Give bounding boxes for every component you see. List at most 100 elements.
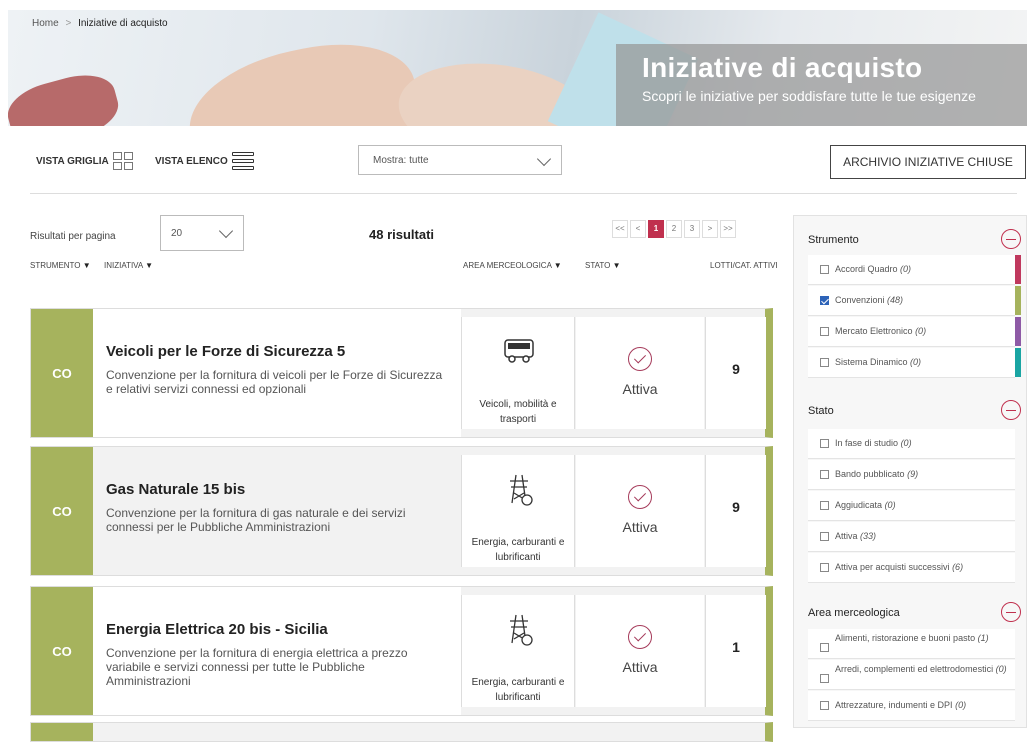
option-count: (48) xyxy=(887,295,904,305)
strumento-code: CO xyxy=(31,587,93,715)
page-title: Iniziative di acquisto xyxy=(642,52,923,83)
option-label: Sistema Dinamico xyxy=(835,357,908,367)
initiative-title[interactable]: Energia Elettrica 20 bis - Sicilia xyxy=(106,621,449,638)
breadcrumb-separator: > xyxy=(65,18,72,29)
table-row[interactable]: CO Veicoli per le Forze di Sicurezza 5 C… xyxy=(30,308,773,438)
filter-option[interactable]: Attiva (33) xyxy=(808,522,1015,552)
initiative-title[interactable]: Veicoli per le Forze di Sicurezza 5 xyxy=(106,343,449,360)
filter-option[interactable]: Mercato Elettronico (0) xyxy=(808,317,1021,347)
option-count: (1) xyxy=(977,633,989,643)
color-bar xyxy=(1015,317,1021,346)
area-label: Energia, carburanti e lubrificanti xyxy=(471,537,565,563)
page-first[interactable]: << xyxy=(612,220,628,238)
filter-section-strumento: Strumento xyxy=(808,234,859,246)
sort-iniziativa[interactable]: INIZIATIVA ▼ xyxy=(104,261,153,270)
strumento-code xyxy=(31,723,93,741)
filter-option[interactable]: Attiva per acquisti successivi (6) xyxy=(808,553,1015,583)
checkbox[interactable] xyxy=(820,439,829,448)
results-per-page-label: Risultati per pagina xyxy=(30,231,116,242)
option-label: Mercato Elettronico xyxy=(835,326,913,336)
power-tower-icon xyxy=(510,614,533,646)
filter-section-area: Area merceologica xyxy=(808,607,900,619)
row-body: Energia Elettrica 20 bis - Sicilia Conve… xyxy=(93,587,461,715)
breadcrumb-current: Iniziative di acquisto xyxy=(78,18,168,29)
option-label: Attrezzature, indumenti e DPI xyxy=(835,700,953,710)
filter-option[interactable]: Accordi Quadro (0) xyxy=(808,255,1021,285)
checkbox[interactable] xyxy=(820,701,829,710)
state-label: Attiva xyxy=(622,381,658,397)
table-row[interactable]: CO Gas Naturale 15 bis Convenzione per l… xyxy=(30,446,773,576)
page-next[interactable]: > xyxy=(702,220,718,238)
checkbox[interactable] xyxy=(820,358,829,367)
checkbox[interactable] xyxy=(820,501,829,510)
grid-view-label: VISTA GRIGLIA xyxy=(36,155,109,167)
checkbox[interactable] xyxy=(820,470,829,479)
option-count: (0) xyxy=(900,264,912,274)
table-row[interactable] xyxy=(30,722,773,742)
collapse-minus-icon[interactable] xyxy=(1001,229,1021,249)
collapse-minus-icon[interactable] xyxy=(1001,400,1021,420)
table-row[interactable]: CO Energia Elettrica 20 bis - Sicilia Co… xyxy=(30,586,773,716)
initiative-description: Convenzione per la fornitura di veicoli … xyxy=(106,368,443,396)
checkbox[interactable] xyxy=(820,327,829,336)
grid-view-button[interactable]: VISTA GRIGLIA xyxy=(36,152,133,170)
show-filter-value: Mostra: tutte xyxy=(373,155,429,166)
checkbox[interactable] xyxy=(820,265,829,274)
lots-count: 9 xyxy=(705,455,766,567)
color-bar xyxy=(1015,286,1021,315)
option-count: (0) xyxy=(900,438,912,448)
list-view-label: VISTA ELENCO xyxy=(155,155,228,167)
page-3[interactable]: 3 xyxy=(684,220,700,238)
filter-option[interactable]: Alimenti, ristorazione e buoni pasto (1) xyxy=(808,629,1015,659)
area-cell: Energia, carburanti e lubrificanti xyxy=(461,595,575,707)
state-label: Attiva xyxy=(622,519,658,535)
filter-option[interactable]: Bando pubblicato (9) xyxy=(808,460,1015,490)
pagination: << < 1 2 3 > >> xyxy=(612,220,736,238)
checkbox[interactable] xyxy=(820,674,829,683)
sort-strumento[interactable]: STRUMENTO ▼ xyxy=(30,261,91,270)
checkbox-checked[interactable] xyxy=(820,296,829,305)
results-per-page-select[interactable]: 20 xyxy=(160,215,244,251)
option-count: (6) xyxy=(952,562,964,572)
breadcrumb: Home > Iniziative di acquisto xyxy=(32,18,168,29)
hero-title-box: Iniziative di acquisto Scopri le iniziat… xyxy=(616,44,1027,126)
collapse-minus-icon[interactable] xyxy=(1001,602,1021,622)
page-1[interactable]: 1 xyxy=(648,220,664,238)
page-prev[interactable]: < xyxy=(630,220,646,238)
option-count: (0) xyxy=(910,357,922,367)
option-label: Aggiudicata xyxy=(835,500,883,510)
checkbox[interactable] xyxy=(820,532,829,541)
filter-option[interactable]: Arredi, complementi ed elettrodomestici … xyxy=(808,660,1015,690)
breadcrumb-home[interactable]: Home xyxy=(32,18,59,29)
list-view-button[interactable]: VISTA ELENCO xyxy=(155,152,254,170)
show-filter-select[interactable]: Mostra: tutte xyxy=(358,145,562,175)
header-iniziativa: INIZIATIVA xyxy=(104,261,143,270)
row-body: Gas Naturale 15 bis Convenzione per la f… xyxy=(93,447,461,575)
lots-count: 1 xyxy=(705,595,766,707)
checkbox[interactable] xyxy=(820,643,829,652)
option-count: (0) xyxy=(955,700,967,710)
results-per-page-value: 20 xyxy=(171,228,183,239)
archive-closed-button[interactable]: ARCHIVIO INIZIATIVE CHIUSE xyxy=(830,145,1026,179)
filter-option[interactable]: Aggiudicata (0) xyxy=(808,491,1015,521)
checkbox[interactable] xyxy=(820,563,829,572)
results-count: 48 risultati xyxy=(369,227,435,242)
check-circle-icon xyxy=(628,347,652,371)
header-area: AREA MERCEOLOGICA xyxy=(463,261,552,270)
option-label: Alimenti, ristorazione e buoni pasto xyxy=(835,633,976,643)
power-tower-icon xyxy=(510,474,533,506)
filter-option[interactable]: Sistema Dinamico (0) xyxy=(808,348,1021,378)
filter-option[interactable]: In fase di studio (0) xyxy=(808,429,1015,459)
filter-option[interactable]: Convenzioni (48) xyxy=(808,286,1021,316)
filter-option[interactable]: Attrezzature, indumenti e DPI (0) xyxy=(808,691,1015,721)
hero-banner: Home > Iniziative di acquisto Iniziative… xyxy=(8,10,1027,126)
sort-area[interactable]: AREA MERCEOLOGICA ▼ xyxy=(463,261,562,270)
page-last[interactable]: >> xyxy=(720,220,736,238)
bus-icon xyxy=(504,339,534,363)
sort-down-icon: ▼ xyxy=(553,261,562,270)
page-2[interactable]: 2 xyxy=(666,220,682,238)
option-label: Attiva per acquisti successivi xyxy=(835,562,950,572)
sort-stato[interactable]: STATO ▼ xyxy=(585,261,621,270)
area-cell: Veicoli, mobilità e trasporti xyxy=(461,317,575,429)
initiative-title[interactable]: Gas Naturale 15 bis xyxy=(106,481,449,498)
